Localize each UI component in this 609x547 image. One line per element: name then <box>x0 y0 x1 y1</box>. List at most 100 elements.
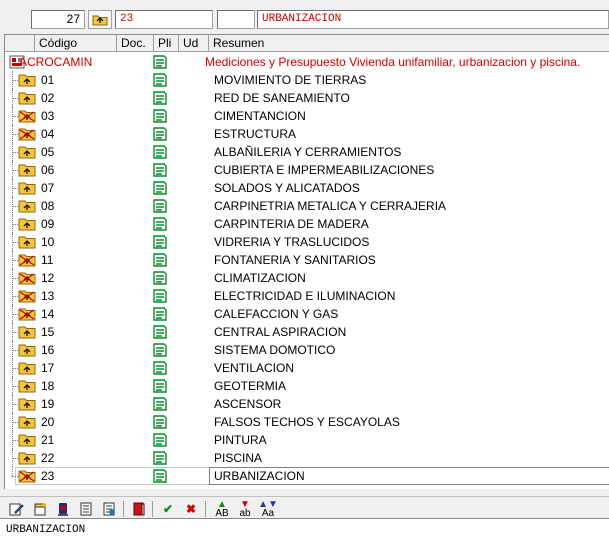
pli-document-icon[interactable] <box>151 396 169 412</box>
chapter-summary: RED DE SANEAMIENTO <box>214 91 350 105</box>
folder-crossed-icon[interactable] <box>18 253 36 267</box>
folder-icon[interactable] <box>18 73 36 87</box>
chapter-summary: ELECTRICIDAD E ILUMINACION <box>214 289 396 303</box>
pli-document-icon[interactable] <box>151 468 169 484</box>
pli-document-icon[interactable] <box>151 252 169 268</box>
pli-document-icon[interactable] <box>151 270 169 286</box>
header-resumen[interactable]: Resumen <box>209 35 609 52</box>
folder-icon[interactable] <box>18 361 36 375</box>
header-selector[interactable] <box>5 35 35 52</box>
pli-document-icon[interactable] <box>151 414 169 430</box>
pli-document-icon[interactable] <box>151 324 169 340</box>
description-field[interactable]: URBANIZACION <box>257 10 609 29</box>
folder-up-icon[interactable] <box>88 10 112 29</box>
chapter-summary: PINTURA <box>214 433 267 447</box>
code-field[interactable]: 27 <box>31 10 85 29</box>
pli-document-icon[interactable] <box>151 450 169 466</box>
folder-crossed-icon[interactable] <box>18 127 36 141</box>
pli-document-icon[interactable] <box>151 108 169 124</box>
chapter-row[interactable]: 13 ELECTRICIDAD E ILUMINACION <box>5 287 609 305</box>
pli-document-icon[interactable] <box>151 144 169 160</box>
folder-icon[interactable] <box>18 433 36 447</box>
chapter-row[interactable]: 21 PINTURA <box>5 431 609 449</box>
ab-upper-icon[interactable]: ▲ AB <box>212 500 232 519</box>
pli-document-icon[interactable] <box>151 216 169 232</box>
folder-crossed-icon[interactable] <box>18 469 36 483</box>
chapter-row[interactable]: 01 MOVIMIENTO DE TIERRAS <box>5 71 609 89</box>
pli-document-icon[interactable] <box>151 72 169 88</box>
folder-icon[interactable] <box>18 343 36 357</box>
list-alt-icon[interactable] <box>99 500 119 518</box>
chapter-row[interactable]: 17 VENTILACION <box>5 359 609 377</box>
chapter-row[interactable]: 04 ESTRUCTURA <box>5 125 609 143</box>
folder-icon[interactable] <box>18 379 36 393</box>
folder-crossed-icon[interactable] <box>18 271 36 285</box>
pli-document-icon[interactable] <box>151 126 169 142</box>
chapter-row[interactable]: 07 SOLADOS Y ALICATADOS <box>5 179 609 197</box>
ab-lower-icon[interactable]: ▼ ab <box>235 500 255 519</box>
folder-crossed-icon[interactable] <box>18 307 36 321</box>
chapter-row[interactable]: 22 PISCINA <box>5 449 609 467</box>
folder-crossed-icon[interactable] <box>18 109 36 123</box>
pli-document-icon[interactable] <box>151 306 169 322</box>
pli-document-icon[interactable] <box>151 162 169 178</box>
header-doc[interactable]: Doc. <box>117 35 154 52</box>
pli-document-icon[interactable] <box>151 54 169 70</box>
pli-document-icon[interactable] <box>151 432 169 448</box>
folder-icon[interactable] <box>18 181 36 195</box>
pli-document-icon[interactable] <box>151 198 169 214</box>
chapter-row[interactable]: 03 CIMENTANCION <box>5 107 609 125</box>
new-document-icon[interactable] <box>30 500 50 518</box>
pli-document-icon[interactable] <box>151 234 169 250</box>
chapter-row[interactable]: 23 URBANIZACION <box>5 467 609 485</box>
chapter-row[interactable]: 05 ALBAÑILERIA Y CERRAMIENTOS <box>5 143 609 161</box>
chapter-code: 01 <box>41 73 55 87</box>
header-codigo[interactable]: Código <box>35 35 117 52</box>
check-icon[interactable]: ✔ <box>158 500 178 518</box>
folder-icon[interactable] <box>18 199 36 213</box>
chapter-row[interactable]: 16 SISTEMA DOMOTICO <box>5 341 609 359</box>
number-field[interactable]: 23 <box>115 10 213 29</box>
chapter-row[interactable]: 08 CARPINETRIA METALICA Y CERRAJERIA <box>5 197 609 215</box>
chapter-row[interactable]: 11 FONTANERIA Y SANITARIOS <box>5 251 609 269</box>
folder-icon[interactable] <box>18 163 36 177</box>
cross-icon[interactable]: ✖ <box>181 500 201 518</box>
chapter-row[interactable]: 20 FALSOS TECHOS Y ESCAYOLAS <box>5 413 609 431</box>
chapter-row[interactable]: 15 CENTRAL ASPIRACION <box>5 323 609 341</box>
header-ud[interactable]: Ud <box>179 35 209 52</box>
chapter-row[interactable]: 12 CLIMATIZACION <box>5 269 609 287</box>
edit-icon[interactable] <box>6 500 26 518</box>
ab-mixed-icon[interactable]: ▲▼ Aa <box>258 500 278 519</box>
chapter-row[interactable]: 14 CALEFACCION Y GAS <box>5 305 609 323</box>
chapter-row[interactable]: 10 VIDRERIA Y TRASLUCIDOS <box>5 233 609 251</box>
chapter-row[interactable]: 19 ASCENSOR <box>5 395 609 413</box>
stamp-icon[interactable] <box>53 500 73 518</box>
folder-icon[interactable] <box>18 217 36 231</box>
header-pli[interactable]: Pli <box>154 35 179 52</box>
pli-document-icon[interactable] <box>151 378 169 394</box>
blank-field[interactable] <box>217 10 255 29</box>
folder-icon[interactable] <box>18 397 36 411</box>
folder-crossed-icon[interactable] <box>18 289 36 303</box>
pli-document-icon[interactable] <box>151 342 169 358</box>
chapter-summary: ESTRUCTURA <box>214 127 297 141</box>
pli-document-icon[interactable] <box>151 90 169 106</box>
pli-document-icon[interactable] <box>151 288 169 304</box>
folder-icon[interactable] <box>18 145 36 159</box>
folder-icon[interactable] <box>18 325 36 339</box>
chapter-row[interactable]: 02 RED DE SANEAMIENTO <box>5 89 609 107</box>
pli-document-icon[interactable] <box>151 360 169 376</box>
folder-icon[interactable] <box>18 91 36 105</box>
chapter-row[interactable]: 09 CARPINTERIA DE MADERA <box>5 215 609 233</box>
folder-icon[interactable] <box>18 451 36 465</box>
memo-text[interactable]: URBANIZACION <box>0 518 609 547</box>
chapter-row[interactable]: 18 GEOTERMIA <box>5 377 609 395</box>
folder-icon[interactable] <box>18 235 36 249</box>
list-icon[interactable] <box>76 500 96 518</box>
pli-document-icon[interactable] <box>151 180 169 196</box>
folder-icon[interactable] <box>18 415 36 429</box>
root-row[interactable]: ACROCAMIN Mediciones y Presupuesto Vivie… <box>5 53 609 71</box>
book-icon[interactable] <box>129 500 149 518</box>
tree-connector <box>5 431 37 449</box>
chapter-row[interactable]: 06 CUBIERTA E IMPERMEABILIZACIONES <box>5 161 609 179</box>
